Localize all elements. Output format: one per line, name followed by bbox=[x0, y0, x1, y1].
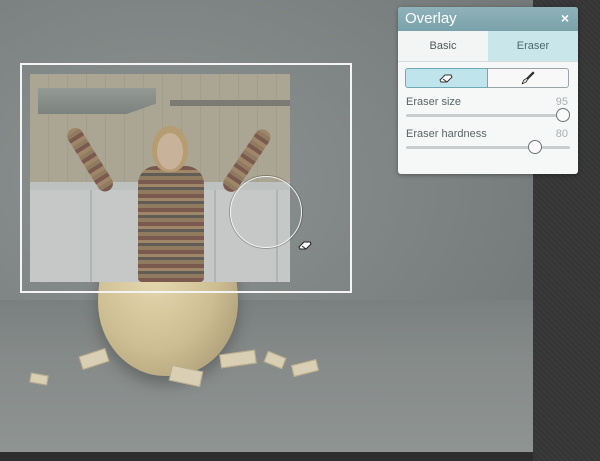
eraser-hardness-slider-row: Eraser hardness 80 bbox=[406, 128, 570, 156]
overlay-panel: Overlay × Basic Eraser Eraser size 95 Er… bbox=[398, 7, 578, 174]
panel-title: Overlay bbox=[405, 10, 457, 27]
eraser-size-label: Eraser size bbox=[406, 96, 462, 108]
tab-eraser[interactable]: Eraser bbox=[488, 31, 578, 61]
eraser-cursor-icon bbox=[298, 241, 312, 250]
eraser-size-thumb[interactable] bbox=[555, 108, 570, 122]
floor-background bbox=[0, 300, 533, 452]
eraser-tool-button[interactable] bbox=[405, 68, 488, 88]
close-icon[interactable]: × bbox=[561, 10, 569, 26]
eraser-tool-toggle bbox=[405, 68, 569, 88]
eraser-icon bbox=[439, 74, 453, 83]
eraser-size-slider-row: Eraser size 95 bbox=[406, 96, 570, 124]
eraser-hardness-value: 80 bbox=[555, 128, 568, 140]
eraser-brush-cursor bbox=[230, 176, 302, 248]
app-root: Overlay × Basic Eraser Eraser size 95 Er… bbox=[0, 0, 600, 461]
eraser-hardness-track[interactable] bbox=[406, 146, 570, 149]
canvas-bottom-edge bbox=[0, 452, 533, 461]
panel-header[interactable]: Overlay × bbox=[398, 7, 578, 31]
selection-frame[interactable] bbox=[20, 63, 352, 293]
brush-icon bbox=[521, 71, 535, 85]
brush-tool-button[interactable] bbox=[487, 68, 569, 88]
eraser-hardness-thumb[interactable] bbox=[527, 140, 542, 154]
eraser-hardness-label: Eraser hardness bbox=[406, 128, 487, 140]
eraser-size-track[interactable] bbox=[406, 114, 570, 117]
tab-basic[interactable]: Basic bbox=[398, 31, 488, 61]
eraser-size-value: 95 bbox=[555, 96, 568, 108]
panel-tabs: Basic Eraser bbox=[398, 31, 578, 62]
